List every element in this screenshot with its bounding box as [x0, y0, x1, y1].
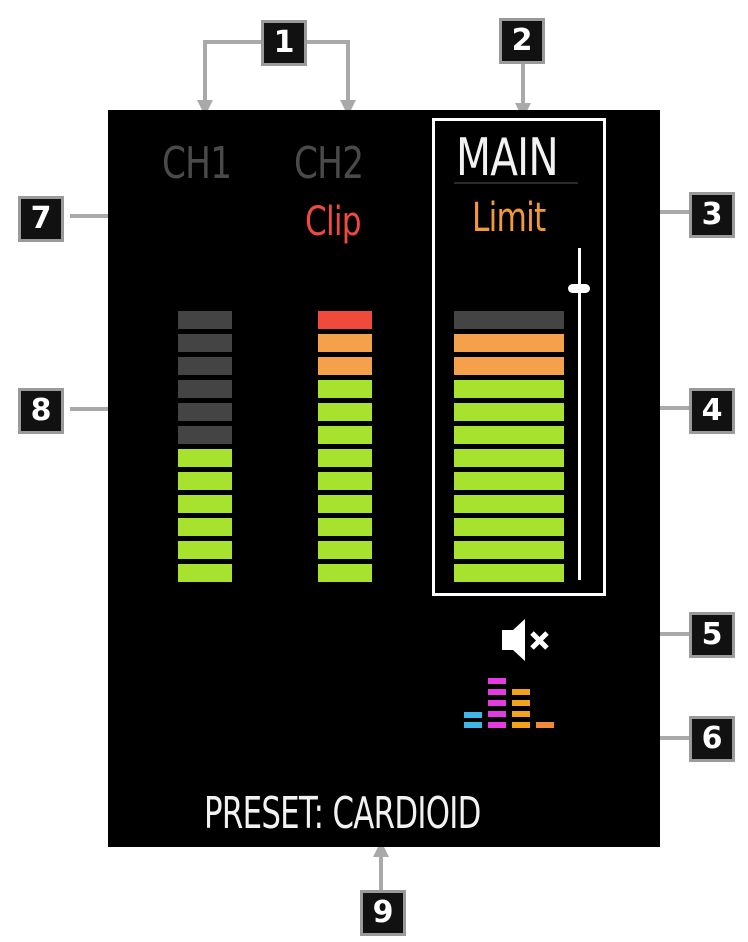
main-meter-segment — [454, 403, 564, 421]
ch1-meter-segment — [178, 495, 232, 513]
main-meter-segment — [454, 357, 564, 375]
device-screen: CH1 CH2 MAIN Clip Limit PRESET: CARDIOID — [108, 110, 660, 847]
ch1-meter-segment — [178, 334, 232, 352]
ch2-meter-segment — [318, 449, 372, 467]
eq-bars-icon[interactable] — [464, 676, 556, 732]
ch2-meter-segment — [318, 564, 372, 582]
ch1-meter-segment — [178, 311, 232, 329]
callout-5: 5 — [689, 612, 735, 658]
main-fader-handle[interactable] — [568, 283, 590, 293]
callout-2: 2 — [499, 18, 545, 64]
main-limit-indicator: Limit — [472, 195, 546, 241]
ch1-meter-segment — [178, 541, 232, 559]
callout-1-line-top-left — [203, 40, 263, 44]
main-meter-segment — [454, 518, 564, 536]
ch1-meter-segment — [178, 449, 232, 467]
main-label: MAIN — [456, 128, 559, 188]
callout-9: 9 — [360, 890, 406, 936]
ch2-meter-segment — [318, 495, 372, 513]
ch1-meter-segment — [178, 472, 232, 490]
main-meter-segment — [454, 380, 564, 398]
ch2-meter-segment — [318, 541, 372, 559]
callout-1: 1 — [261, 20, 307, 66]
ch2-meter-segment — [318, 403, 372, 421]
ch2-meter-segment — [318, 518, 372, 536]
main-meter-segment — [454, 426, 564, 444]
callout-9-line — [379, 845, 383, 895]
ch2-meter-segment — [318, 426, 372, 444]
ch1-meter-segment — [178, 357, 232, 375]
ch2-meter-segment — [318, 472, 372, 490]
ch1-meter-segment — [178, 518, 232, 536]
callout-4: 4 — [689, 388, 735, 434]
ch2-label: CH2 — [294, 138, 364, 189]
callout-6: 6 — [689, 716, 735, 762]
callout-1-line-down-left — [203, 40, 207, 102]
main-meter-segment — [454, 472, 564, 490]
main-meter-segment — [454, 449, 564, 467]
ch2-meter-segment — [318, 311, 372, 329]
ch1-meter-segment — [178, 380, 232, 398]
callout-3: 3 — [689, 192, 735, 238]
ch2-meter-segment — [318, 334, 372, 352]
main-meter-segment — [454, 334, 564, 352]
ch1-meter-segment — [178, 564, 232, 582]
main-meter-segment — [454, 311, 564, 329]
main-label-underline — [454, 182, 578, 184]
callout-1-line-top-right — [302, 40, 350, 44]
callout-8: 8 — [18, 388, 64, 434]
callout-7: 7 — [18, 196, 64, 242]
ch2-meter-segment — [318, 380, 372, 398]
ch1-label: CH1 — [162, 138, 232, 189]
main-meter-segment — [454, 495, 564, 513]
speaker-mute-icon[interactable] — [502, 618, 552, 662]
main-fader-track — [578, 248, 581, 580]
preset-label: PRESET: CARDIOID — [204, 788, 481, 839]
ch2-clip-indicator: Clip — [305, 199, 362, 245]
main-meter-segment — [454, 541, 564, 559]
ch1-meter-segment — [178, 426, 232, 444]
callout-2-line — [521, 60, 525, 105]
main-meter-segment — [454, 564, 564, 582]
ch1-meter-segment — [178, 403, 232, 421]
callout-1-line-down-right — [346, 40, 350, 102]
ch2-meter-segment — [318, 357, 372, 375]
